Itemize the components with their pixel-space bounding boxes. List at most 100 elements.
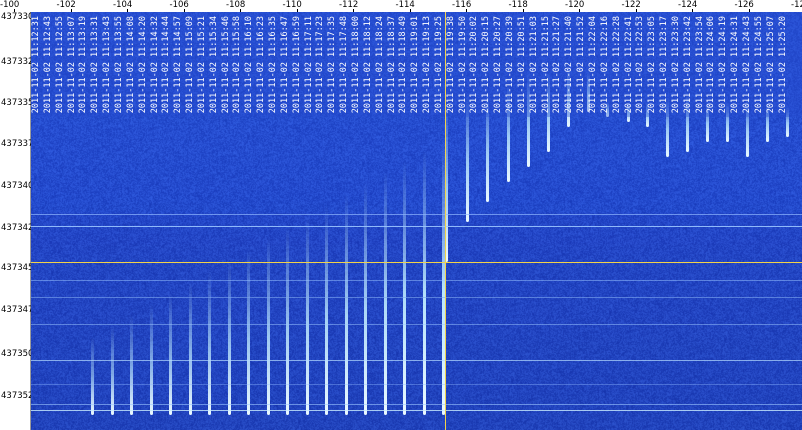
- timestamp-label: 2011-11-02 11:23:30: [670, 16, 681, 114]
- x-tick-label: -104: [113, 0, 133, 10]
- y-tick-label: 437330: [1, 12, 34, 22]
- timestamp-label: 2011-11-02 11:16:47: [279, 16, 290, 114]
- timestamp-label: 2011-11-02 11:19:25: [433, 16, 444, 114]
- timestamp-label: 2011-11-02 11:20:27: [493, 16, 504, 114]
- signal-trace: [169, 293, 172, 415]
- timestamp-label: 2011-11-02 11:14:20: [137, 16, 148, 114]
- timestamp-label: 2011-11-02 11:15:21: [196, 16, 207, 114]
- x-tick-label: -106: [169, 0, 189, 10]
- y-tick-label: 437340: [1, 181, 34, 191]
- timestamp-label: 2011-11-02 11:19:50: [457, 16, 468, 114]
- timestamp-label: 2011-11-02 11:24:06: [706, 16, 717, 114]
- x-tick-label: -126: [734, 0, 754, 10]
- timestamp-label: 2011-11-02 11:20:02: [469, 16, 480, 114]
- timestamp-label: 2011-11-02 11:14:57: [173, 16, 184, 114]
- horizontal-signal-line: [31, 360, 802, 361]
- horizontal-signal-line: [31, 404, 802, 405]
- signal-trace: [110, 326, 114, 415]
- y-tick-label: 437347: [1, 305, 34, 315]
- y-axis: 437330 437332 437335 437337 437340 437342 4373…: [0, 12, 34, 430]
- signal-trace: [422, 150, 426, 415]
- timestamp-label: 2011-11-02 11:16:10: [244, 16, 255, 114]
- y-tick-label: 437332: [1, 57, 34, 67]
- signal-trace: [344, 194, 348, 415]
- timestamp-label: 2011-11-02 11:24:19: [718, 16, 729, 114]
- horizontal-signal-line: [31, 324, 802, 325]
- timestamp-label: 2011-11-02 11:17:23: [315, 16, 326, 114]
- timestamp-label: 2011-11-02 11:18:37: [386, 16, 397, 114]
- signal-trace: [227, 260, 231, 415]
- timestamp-label: 2011-11-02 11:21:27: [552, 16, 563, 114]
- x-tick-label: -110: [282, 0, 302, 10]
- timestamp-label: 2011-11-02 11:21:40: [564, 16, 575, 114]
- timestamp-label: 2011-11-02 11:14:44: [161, 16, 172, 114]
- timestamp-label: 2011-11-02 11:23:17: [659, 16, 670, 114]
- timestamp-label: 2011-11-02 11:17:35: [327, 16, 338, 114]
- timestamp-label: 2011-11-02 11:22:04: [587, 16, 598, 114]
- timestamp-label: 2011-11-02 11:21:15: [540, 16, 551, 114]
- signal-trace: [286, 227, 289, 415]
- timestamp-label: 2011-11-02 11:14:08: [125, 16, 136, 114]
- timestamp-label: 2011-11-02 11:20:39: [505, 16, 515, 114]
- timestamp-label: 2011-11-02 11:18:00: [350, 16, 361, 114]
- timestamp-label: 2011-11-02 11:19:38: [445, 16, 456, 114]
- timestamp-label: 2011-11-02 11:20:15: [481, 16, 492, 114]
- timestamp-label: 2011-11-02 11:21:03: [528, 16, 539, 114]
- x-tick-label: -116: [452, 0, 472, 10]
- spectrogram-window: -100 -102 -104 -106 -108 -110 -112 -114 -116 -118…: [0, 0, 802, 430]
- timestamp-label: 2011-11-02 11:19:01: [410, 16, 421, 114]
- timestamp-label: 2011-11-02 11:15:34: [208, 16, 219, 114]
- timestamp-label: 2011-11-02 11:13:55: [113, 16, 124, 114]
- timestamp-label: 2011-11-02 11:25:20: [777, 16, 788, 114]
- timestamp-label: 2011-11-02 11:16:23: [256, 16, 267, 114]
- y-tick-label: 437350: [1, 349, 34, 359]
- horizontal-cursor[interactable]: [31, 262, 802, 263]
- timestamp-label: 2011-11-02 11:16:35: [268, 16, 278, 114]
- x-tick-label: -114: [395, 0, 415, 10]
- timestamp-label: 2011-11-02 11:23:05: [647, 16, 658, 114]
- x-tick-label: -102: [56, 0, 76, 10]
- timestamp-label: 2011-11-02 11:12:55: [54, 16, 65, 114]
- x-tick-label: -118: [508, 0, 528, 10]
- signal-trace: [247, 249, 250, 415]
- timestamp-label: 2011-11-02 11:22:16: [599, 16, 610, 114]
- timestamp-label: 2011-11-02 11:12:43: [42, 16, 53, 114]
- x-tick-label: -108: [226, 0, 246, 10]
- timestamp-label: 2011-11-02 11:12:31: [31, 16, 41, 114]
- x-tick-label: -128: [791, 0, 802, 10]
- signal-trace: [266, 238, 270, 415]
- x-tick-label: -122: [621, 0, 641, 10]
- timestamp-label: 2011-11-02 11:18:12: [362, 16, 373, 114]
- timestamp-label: 2011-11-02 11:18:24: [374, 16, 385, 114]
- x-tick-label: -124: [678, 0, 698, 10]
- horizontal-signal-line: [31, 297, 802, 298]
- timestamp-label: 2011-11-02 11:17:11: [303, 16, 314, 114]
- timestamp-label: 2011-11-02 11:17:48: [339, 16, 350, 114]
- signal-trace: [305, 216, 309, 415]
- x-tick-label: -100: [0, 0, 20, 10]
- vertical-cursor[interactable]: [445, 12, 446, 430]
- timestamp-label: 2011-11-02 11:13:07: [66, 16, 77, 114]
- timestamp-label: 2011-11-02 11:20:51: [516, 16, 527, 114]
- timestamp-label: 2011-11-02 11:13:43: [102, 16, 113, 114]
- horizontal-signal-line: [31, 226, 802, 227]
- timestamp-label: 2011-11-02 11:18:49: [398, 16, 409, 114]
- horizontal-signal-line: [31, 280, 802, 281]
- timestamp-label: 2011-11-02 11:19:13: [422, 16, 433, 114]
- y-tick-label: 437337: [1, 139, 34, 149]
- timestamp-label: 2011-11-02 11:22:28: [611, 16, 622, 114]
- horizontal-signal-line: [31, 214, 802, 215]
- timestamp-label: 2011-11-02 11:13:31: [90, 16, 101, 114]
- timestamp-label: 2011-11-02 11:25:07: [765, 16, 776, 114]
- timestamp-label: 2011-11-02 11:14:32: [149, 16, 160, 114]
- signal-trace: [403, 161, 406, 415]
- timestamp-label: 2011-11-02 11:24:31: [730, 16, 741, 114]
- timestamp-label: 2011-11-02 11:23:42: [682, 16, 693, 114]
- x-tick-label: -112: [339, 0, 359, 10]
- timestamp-label: 2011-11-02 11:22:41: [623, 16, 634, 114]
- waterfall-plot[interactable]: 2011-11-02 11:12:31 2011-11-02 11:12:43 20…: [31, 12, 802, 430]
- signal-trace: [188, 282, 192, 415]
- x-tick-label: -120: [565, 0, 585, 10]
- signal-trace: [364, 183, 367, 415]
- timestamp-label: 2011-11-02 11:13:19: [78, 16, 89, 114]
